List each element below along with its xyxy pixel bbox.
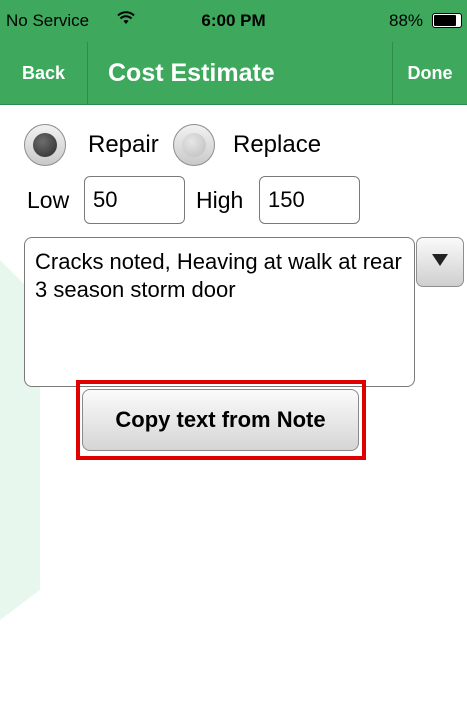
battery-icon — [432, 13, 462, 28]
copy-text-from-note-button[interactable]: Copy text from Note — [82, 389, 359, 451]
radio-indicator — [182, 133, 206, 157]
notes-textarea[interactable]: Cracks noted, Heaving at walk at rear 3 … — [24, 237, 415, 387]
status-bar: No Service 6:00 PM 88% — [0, 0, 467, 42]
high-label: High — [196, 187, 244, 213]
radio-repair[interactable] — [24, 124, 66, 166]
battery-fill — [434, 15, 456, 26]
back-button[interactable]: Back — [0, 42, 88, 104]
radio-replace[interactable] — [173, 124, 215, 166]
radio-indicator — [33, 133, 57, 157]
page-title: Cost Estimate — [108, 58, 275, 87]
triangle-down-icon — [431, 253, 449, 272]
radio-label-replace: Replace — [233, 131, 322, 158]
battery-percent: 88% — [389, 11, 424, 30]
done-button[interactable]: Done — [392, 42, 467, 104]
radio-label-repair: Repair — [88, 131, 159, 158]
low-input[interactable] — [84, 176, 185, 224]
low-label: Low — [27, 187, 70, 213]
navigation-bar: Back Cost Estimate Done — [0, 42, 467, 105]
high-input[interactable] — [259, 176, 360, 224]
notes-dropdown-button[interactable] — [416, 237, 464, 287]
